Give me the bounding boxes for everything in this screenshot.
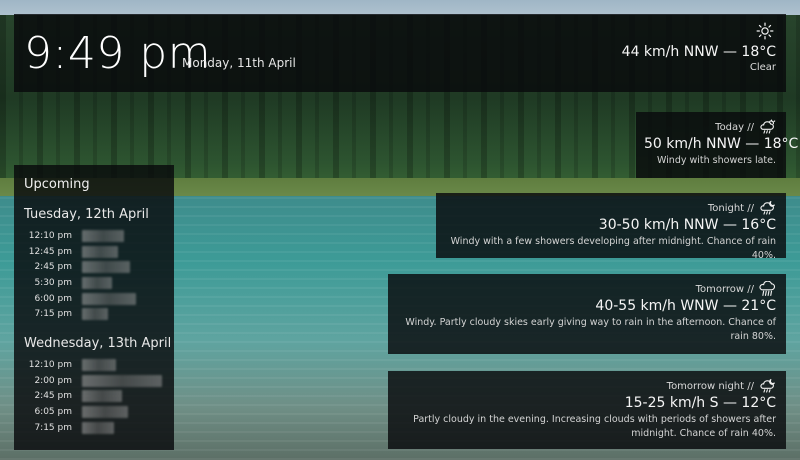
cloud-rain-icon xyxy=(759,281,775,296)
forecast-period: Tomorrow night // xyxy=(666,380,754,392)
event-time: 2:45 pm xyxy=(34,391,72,402)
event-title-redacted xyxy=(82,245,118,258)
event-time: 7:15 pm xyxy=(34,309,72,320)
event-list: 12:10 pm 2:00 pm 2:45 pm 6:05 pm 7:15 pm xyxy=(24,357,164,435)
day-heading: Wednesday, 13th April xyxy=(24,336,172,352)
event-item: 2:45 pm xyxy=(24,389,164,405)
current-wind-temperature: 44 km/h NNW — 18°C xyxy=(621,44,776,60)
clock-time: 9:49 pm xyxy=(24,28,212,79)
event-title-redacted xyxy=(82,390,122,403)
event-time: 5:30 pm xyxy=(34,277,72,288)
forecast-description: Windy. Partly cloudy skies early giving … xyxy=(405,317,776,342)
event-title-redacted xyxy=(82,308,108,321)
event-title-redacted xyxy=(82,374,162,387)
upcoming-title: Upcoming xyxy=(24,177,90,192)
event-item: 12:45 pm xyxy=(24,244,164,260)
forecast-description: Windy with a few showers developing afte… xyxy=(450,236,776,261)
event-time: 6:05 pm xyxy=(34,407,72,418)
event-item: 2:00 pm xyxy=(24,373,164,389)
event-item: 6:00 pm xyxy=(24,291,164,307)
forecast-card-tonight: Tonight // 30-50 km/h NNW — 16°C Windy w… xyxy=(436,193,786,261)
forecast-period: Today // xyxy=(715,121,754,133)
forecast-wind-temperature: 15-25 km/h S — 12°C xyxy=(624,395,776,411)
forecast-card-tomorrow-night: Tomorrow night // 15-25 km/h S — 12°C Pa… xyxy=(388,371,786,449)
event-time: 6:00 pm xyxy=(34,293,72,304)
event-title-redacted xyxy=(82,229,124,242)
event-time: 12:45 pm xyxy=(28,246,72,257)
event-time: 2:45 pm xyxy=(34,262,72,273)
event-title-redacted xyxy=(82,276,112,289)
current-condition: Clear xyxy=(749,62,776,73)
event-item: 12:10 pm xyxy=(24,357,164,373)
event-time: 12:10 pm xyxy=(28,359,72,370)
event-time: 2:00 pm xyxy=(34,375,72,386)
event-item: 12:10 pm xyxy=(24,228,164,244)
sun-icon xyxy=(756,22,774,40)
event-time: 7:15 pm xyxy=(34,422,72,433)
cloud-rain-moon-icon xyxy=(760,378,776,393)
cloud-rain-sun-icon xyxy=(760,119,776,134)
event-item: 7:15 pm xyxy=(24,420,164,436)
event-item: 6:05 pm xyxy=(24,404,164,420)
forecast-description: Partly cloudy in the evening. Increasing… xyxy=(413,414,776,439)
clock-weather-bar: 9:49 pm Monday, 11th April 44 km/h NNW —… xyxy=(14,14,786,92)
day-heading: Tuesday, 12th April xyxy=(24,207,149,222)
event-time: 12:10 pm xyxy=(28,230,72,241)
forecast-wind-temperature: 30-50 km/h NNW — 16°C xyxy=(598,217,776,233)
event-list: 12:10 pm 12:45 pm 2:45 pm 5:30 pm 6:00 p… xyxy=(24,228,164,322)
forecast-period: Tonight // xyxy=(707,202,754,214)
forecast-card-tomorrow: Tomorrow // 40-55 km/h WNW — 21°C Windy.… xyxy=(388,274,786,354)
forecast-period: Tomorrow // xyxy=(695,283,754,295)
event-item: 7:15 pm xyxy=(24,306,164,322)
event-title-redacted xyxy=(82,358,116,371)
forecast-wind-temperature: 50 km/h NNW — 18°C xyxy=(644,136,799,152)
event-title-redacted xyxy=(82,292,136,305)
clock-date: Monday, 11th April xyxy=(182,56,296,70)
event-item: 5:30 pm xyxy=(24,275,164,291)
upcoming-calendar: Upcoming Tuesday, 12th April 12:10 pm 12… xyxy=(14,165,174,450)
event-title-redacted xyxy=(82,406,128,419)
forecast-card-today: Today // 50 km/h NNW — 18°C Windy with s… xyxy=(636,112,799,178)
event-title-redacted xyxy=(82,261,130,274)
cloud-rain-moon-icon xyxy=(760,200,776,215)
forecast-wind-temperature: 40-55 km/h WNW — 21°C xyxy=(595,298,776,314)
forecast-description: Windy with showers late. xyxy=(656,155,776,166)
event-item: 2:45 pm xyxy=(24,259,164,275)
event-title-redacted xyxy=(82,421,114,434)
